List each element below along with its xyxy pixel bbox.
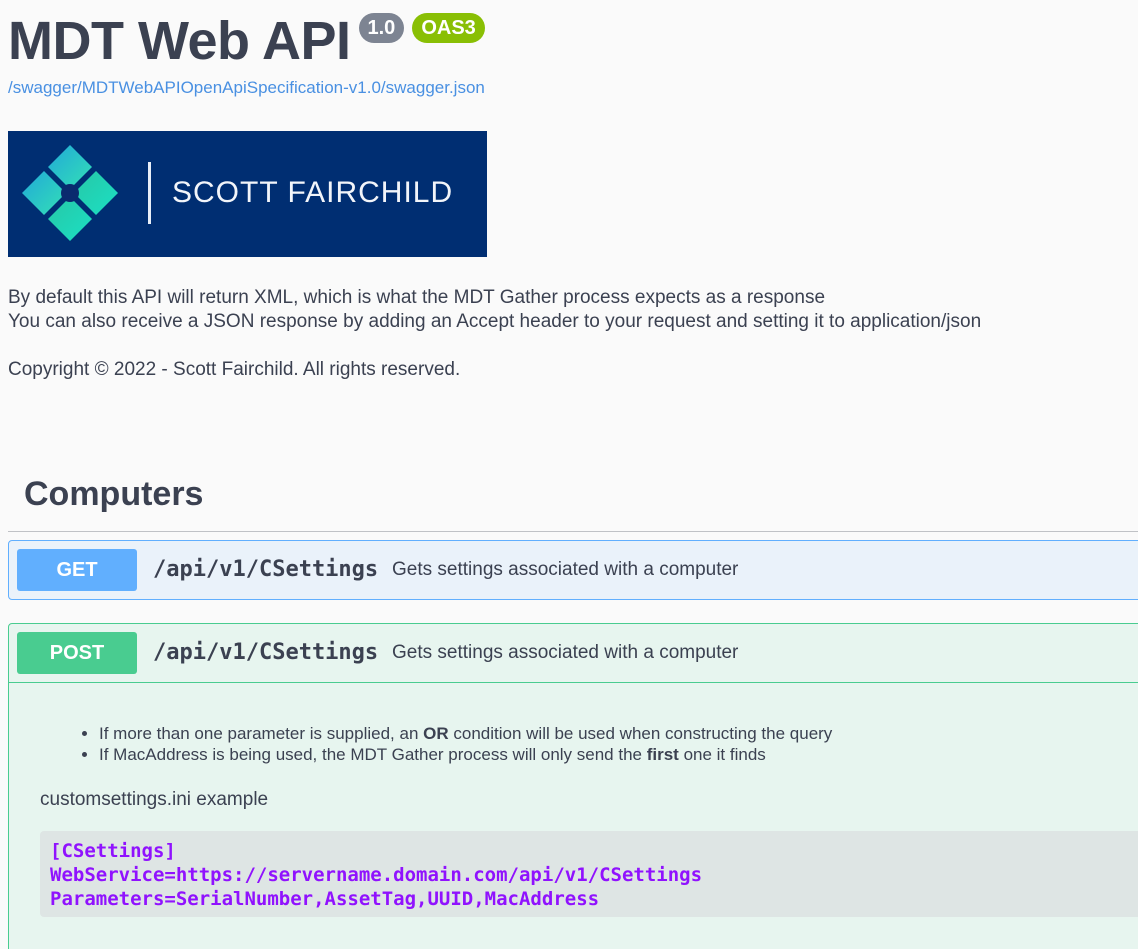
list-item: If MacAddress is being used, the MDT Gat… <box>99 744 832 765</box>
section-divider <box>8 531 1138 532</box>
description-line-1: By default this API will return XML, whi… <box>8 287 826 308</box>
code-line: Parameters=SerialNumber,AssetTag,UUID,Ma… <box>50 888 600 910</box>
title-row: MDT Web API 1.0 OAS3 <box>8 6 485 76</box>
list-item: If more than one parameter is supplied, … <box>99 723 832 744</box>
diamond-logo-icon <box>22 145 118 241</box>
code-line: WebService=https://servername.domain.com… <box>50 864 703 886</box>
copyright-text: Copyright © 2022 - Scott Fairchild. All … <box>8 359 461 380</box>
opblock-summary-post[interactable]: POST /api/v1/CSettings Gets settings ass… <box>9 624 1138 682</box>
method-badge-get: GET <box>17 549 137 591</box>
opblock-get-csettings: GET /api/v1/CSettings Gets settings asso… <box>8 540 1138 600</box>
oas-badge: OAS3 <box>412 13 485 43</box>
opblock-post-csettings: POST /api/v1/CSettings Gets settings ass… <box>8 623 1138 949</box>
code-line: [CSettings] <box>50 840 176 862</box>
logo-text: SCOTT FAIRCHILD <box>172 176 454 209</box>
description-line-2: You can also receive a JSON response by … <box>8 311 982 332</box>
operation-notes-list: If more than one parameter is supplied, … <box>99 723 832 765</box>
method-badge-post: POST <box>17 632 137 674</box>
opblock-summary-get[interactable]: GET /api/v1/CSettings Gets settings asso… <box>9 541 1138 599</box>
operation-summary-get: Gets settings associated with a computer <box>392 559 739 580</box>
code-example-block: [CSettings] WebService=https://servernam… <box>40 831 1138 917</box>
operation-summary-post: Gets settings associated with a computer <box>392 642 739 663</box>
example-label: customsettings.ini example <box>40 789 269 810</box>
logo-divider <box>148 162 151 224</box>
company-logo: SCOTT FAIRCHILD <box>8 131 487 257</box>
api-description: By default this API will return XML, whi… <box>8 286 981 334</box>
operation-path-post: /api/v1/CSettings <box>153 640 379 665</box>
opblock-divider <box>9 682 1138 683</box>
version-badge: 1.0 <box>358 13 405 43</box>
page-title: MDT Web API <box>8 11 351 71</box>
section-title-computers[interactable]: Computers <box>24 472 203 516</box>
operation-path-get: /api/v1/CSettings <box>153 557 379 582</box>
spec-json-link[interactable]: /swagger/MDTWebAPIOpenApiSpecification-v… <box>8 78 485 98</box>
